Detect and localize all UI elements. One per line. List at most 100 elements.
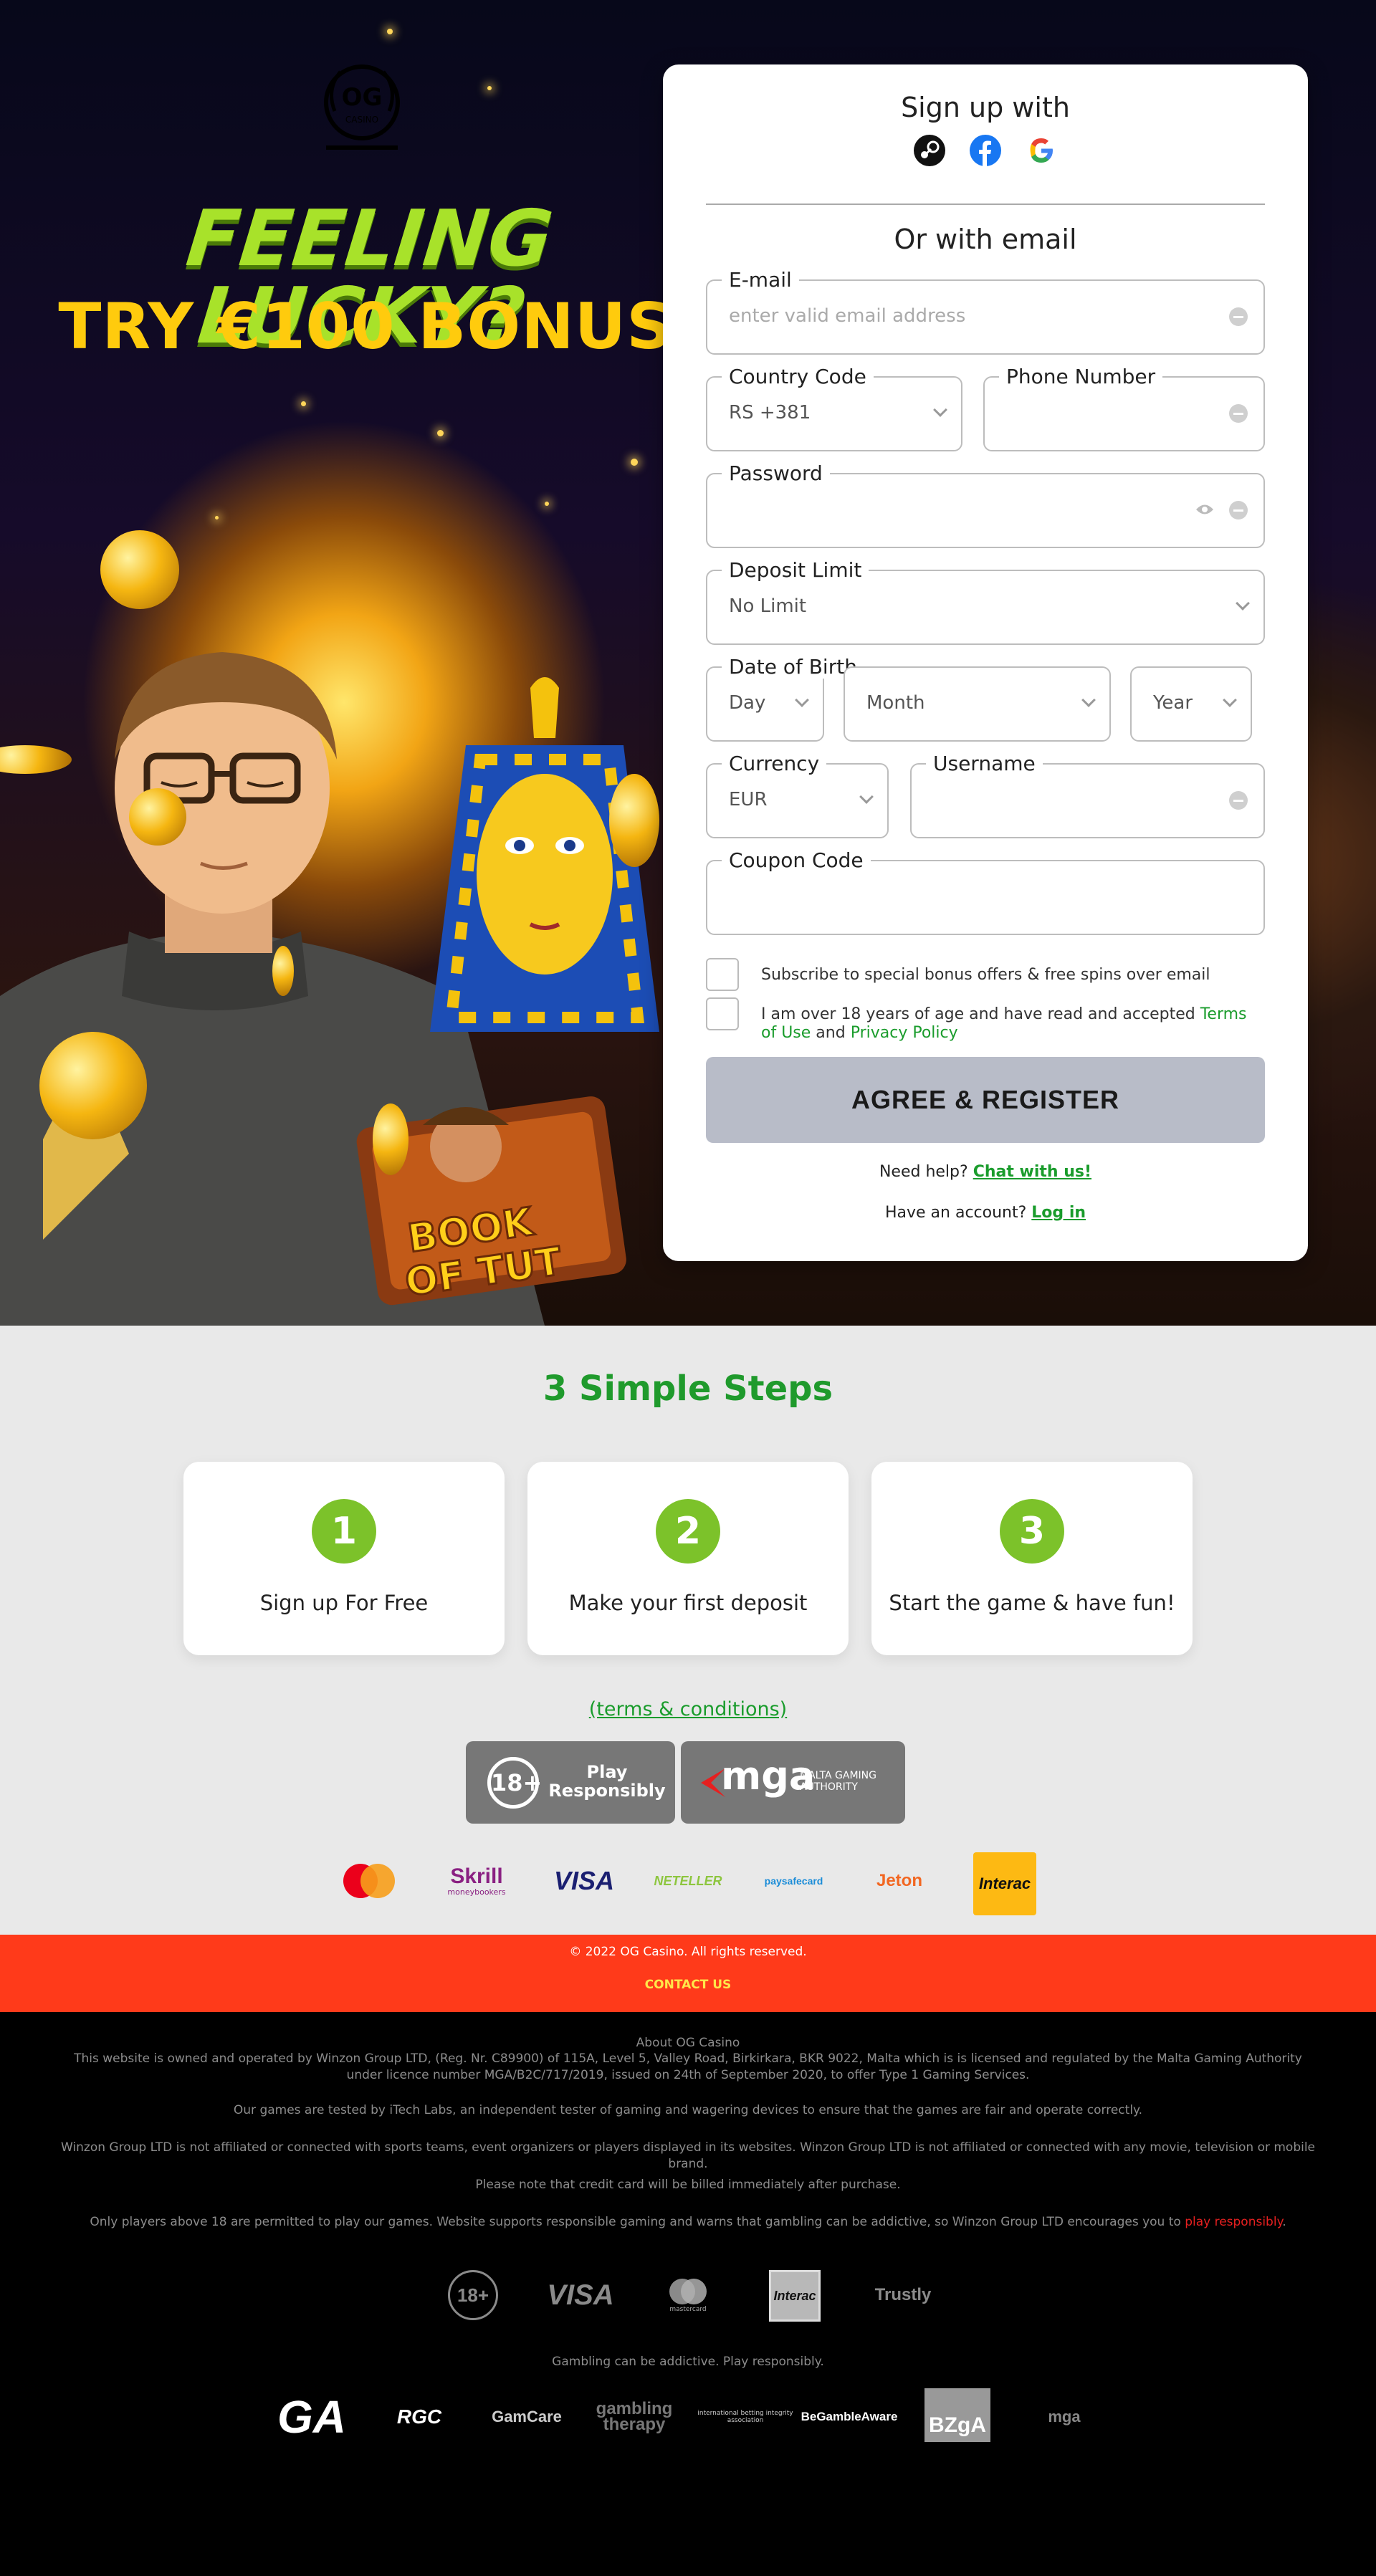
skrill-text: Skrill <box>450 1864 503 1888</box>
email-field[interactable]: E-mail enter valid email address <box>706 268 1265 355</box>
social-login-buttons <box>914 133 1057 168</box>
trustly-logo: Trustly <box>874 2285 932 2304</box>
chevron-down-icon <box>795 693 809 707</box>
play-text: Play <box>586 1762 628 1782</box>
clear-icon[interactable] <box>1229 501 1248 519</box>
play-responsibly-badge[interactable]: 18+ Play Responsibly <box>466 1741 675 1824</box>
sparkle <box>631 459 638 466</box>
visa-logo: VISA <box>553 1866 615 1895</box>
gambling-therapy-logo: gambling therapy <box>596 2399 673 2434</box>
or-with-email-heading: Or with email <box>894 224 1077 255</box>
dob-day-value: Day <box>729 692 766 714</box>
deposit-limit-select[interactable]: Deposit Limit No Limit <box>706 558 1265 645</box>
begambleaware-logo: BeGambleAware <box>801 2410 898 2423</box>
jeton-logo: Jeton <box>876 1871 922 1890</box>
username-label: Username <box>926 752 1043 775</box>
login-link[interactable]: Log in <box>1031 1204 1086 1222</box>
period-text: . <box>1282 2215 1286 2229</box>
need-help-line: Need help? Chat with us! <box>663 1163 1308 1181</box>
ga-logo: GA <box>277 2391 346 2443</box>
country-code-select[interactable]: Country Code RS +381 <box>706 365 962 451</box>
deposit-limit-label: Deposit Limit <box>722 558 869 582</box>
hero-bonus-headline: TRY €100 BONUS <box>58 289 673 363</box>
sparkle <box>387 29 393 34</box>
separator <box>706 204 1265 205</box>
google-icon[interactable] <box>1026 135 1057 166</box>
credit-card-text: Please note that credit card will be bil… <box>475 2178 901 2192</box>
age-terms-checkbox[interactable] <box>706 997 739 1030</box>
have-account-line: Have an account? Log in <box>663 1204 1308 1222</box>
sparkle <box>301 401 306 406</box>
footer: About OG Casino This website is owned an… <box>0 2012 1376 2576</box>
chevron-down-icon <box>933 403 947 417</box>
tested-text: Our games are tested by iTech Labs, an i… <box>233 2103 1143 2117</box>
chevron-down-icon <box>1223 693 1237 707</box>
eye-icon[interactable] <box>1195 502 1215 517</box>
rgc-logo: RGC <box>396 2405 442 2428</box>
age-terms-text: I am over 18 years of age and have read … <box>761 1005 1263 1043</box>
chat-link[interactable]: Chat with us! <box>973 1163 1091 1181</box>
privacy-policy-link[interactable]: Privacy Policy <box>851 1024 958 1042</box>
bzga-logo: BZgA <box>924 2388 990 2442</box>
country-code-label: Country Code <box>722 365 874 388</box>
age-18-logo: 18+ <box>448 2270 498 2320</box>
og-casino-logo[interactable]: OG CASINO <box>319 61 405 158</box>
svg-text:CASINO: CASINO <box>345 115 378 125</box>
sparkle <box>437 430 444 436</box>
contact-us-link[interactable]: CONTACT US <box>0 1978 1376 1992</box>
players-copy: Only players above 18 are permitted to p… <box>90 2215 1185 2229</box>
clear-icon[interactable] <box>1229 404 1248 423</box>
currency-select[interactable]: Currency EUR <box>706 752 889 838</box>
affiliation-text: Winzon Group LTD is not affiliated or co… <box>60 2140 1316 2171</box>
deposit-limit-value: No Limit <box>729 595 807 617</box>
step-number: 1 <box>312 1499 376 1564</box>
skrill-sub-text: moneybookers <box>447 1887 506 1897</box>
step-text: Sign up For Free <box>259 1591 429 1615</box>
hero-section: OG CASINO FEELING LUCKY? TRY €100 BONUS … <box>0 0 1376 1326</box>
step-card: 2 Make your first deposit <box>527 1462 849 1655</box>
dob-year-value: Year <box>1153 692 1193 714</box>
step-card: 1 Sign up For Free <box>183 1462 505 1655</box>
dob-day-select[interactable]: Date of Birth Day <box>706 655 864 742</box>
password-label: Password <box>722 461 830 485</box>
step-number: 2 <box>656 1499 720 1564</box>
dob-year-select[interactable]: Year <box>1130 666 1252 742</box>
password-field[interactable]: Password <box>706 461 1265 548</box>
mga-badge[interactable]: mga MALTA GAMING AUTHORITY <box>681 1741 905 1824</box>
have-account-text: Have an account? <box>884 1204 1032 1222</box>
age-18-icon: 18+ <box>487 1757 542 1809</box>
phone-number-field[interactable]: Phone Number <box>983 365 1265 451</box>
about-title: About OG Casino <box>636 2036 740 2050</box>
steps-section: 3 Simple Steps 1 Sign up For Free 2 Make… <box>0 1326 1376 1935</box>
gold-coin <box>100 530 179 609</box>
sparkle <box>215 516 219 519</box>
coupon-code-field[interactable]: Coupon Code <box>706 848 1265 935</box>
clear-icon[interactable] <box>1229 791 1248 810</box>
currency-label: Currency <box>722 752 827 775</box>
gold-coin <box>129 788 186 846</box>
steam-icon[interactable] <box>914 135 945 166</box>
coupon-code-label: Coupon Code <box>722 848 871 872</box>
terms-conditions-link[interactable]: (terms & conditions) <box>0 1698 1376 1720</box>
play-responsibly-link[interactable]: play responsibly <box>1185 2215 1282 2229</box>
players-text: Only players above 18 are permitted to p… <box>57 2214 1319 2231</box>
username-field[interactable]: Username <box>910 752 1265 838</box>
step-text: Make your first deposit <box>568 1591 808 1615</box>
gold-coin <box>272 946 294 996</box>
clear-icon[interactable] <box>1229 307 1248 326</box>
interac-logo: Interac <box>973 1852 1036 1915</box>
responsibly-text: Responsibly <box>548 1781 666 1801</box>
neteller-logo: NETELLER <box>654 1873 722 1888</box>
dob-month-select[interactable]: Month <box>844 666 1111 742</box>
sparkle <box>545 502 549 506</box>
facebook-icon[interactable] <box>970 135 1001 166</box>
mastercard-logo: mastercard <box>652 2270 724 2320</box>
chevron-down-icon <box>859 790 874 804</box>
agree-register-button[interactable]: AGREE & REGISTER <box>706 1057 1265 1143</box>
steps-title: 3 Simple Steps <box>543 1369 833 1409</box>
visa-logo: VISA <box>547 2279 614 2311</box>
chevron-down-icon <box>1081 693 1096 707</box>
step-number: 3 <box>1000 1499 1064 1564</box>
and-text: and <box>811 1024 851 1043</box>
subscribe-checkbox[interactable] <box>706 958 739 991</box>
